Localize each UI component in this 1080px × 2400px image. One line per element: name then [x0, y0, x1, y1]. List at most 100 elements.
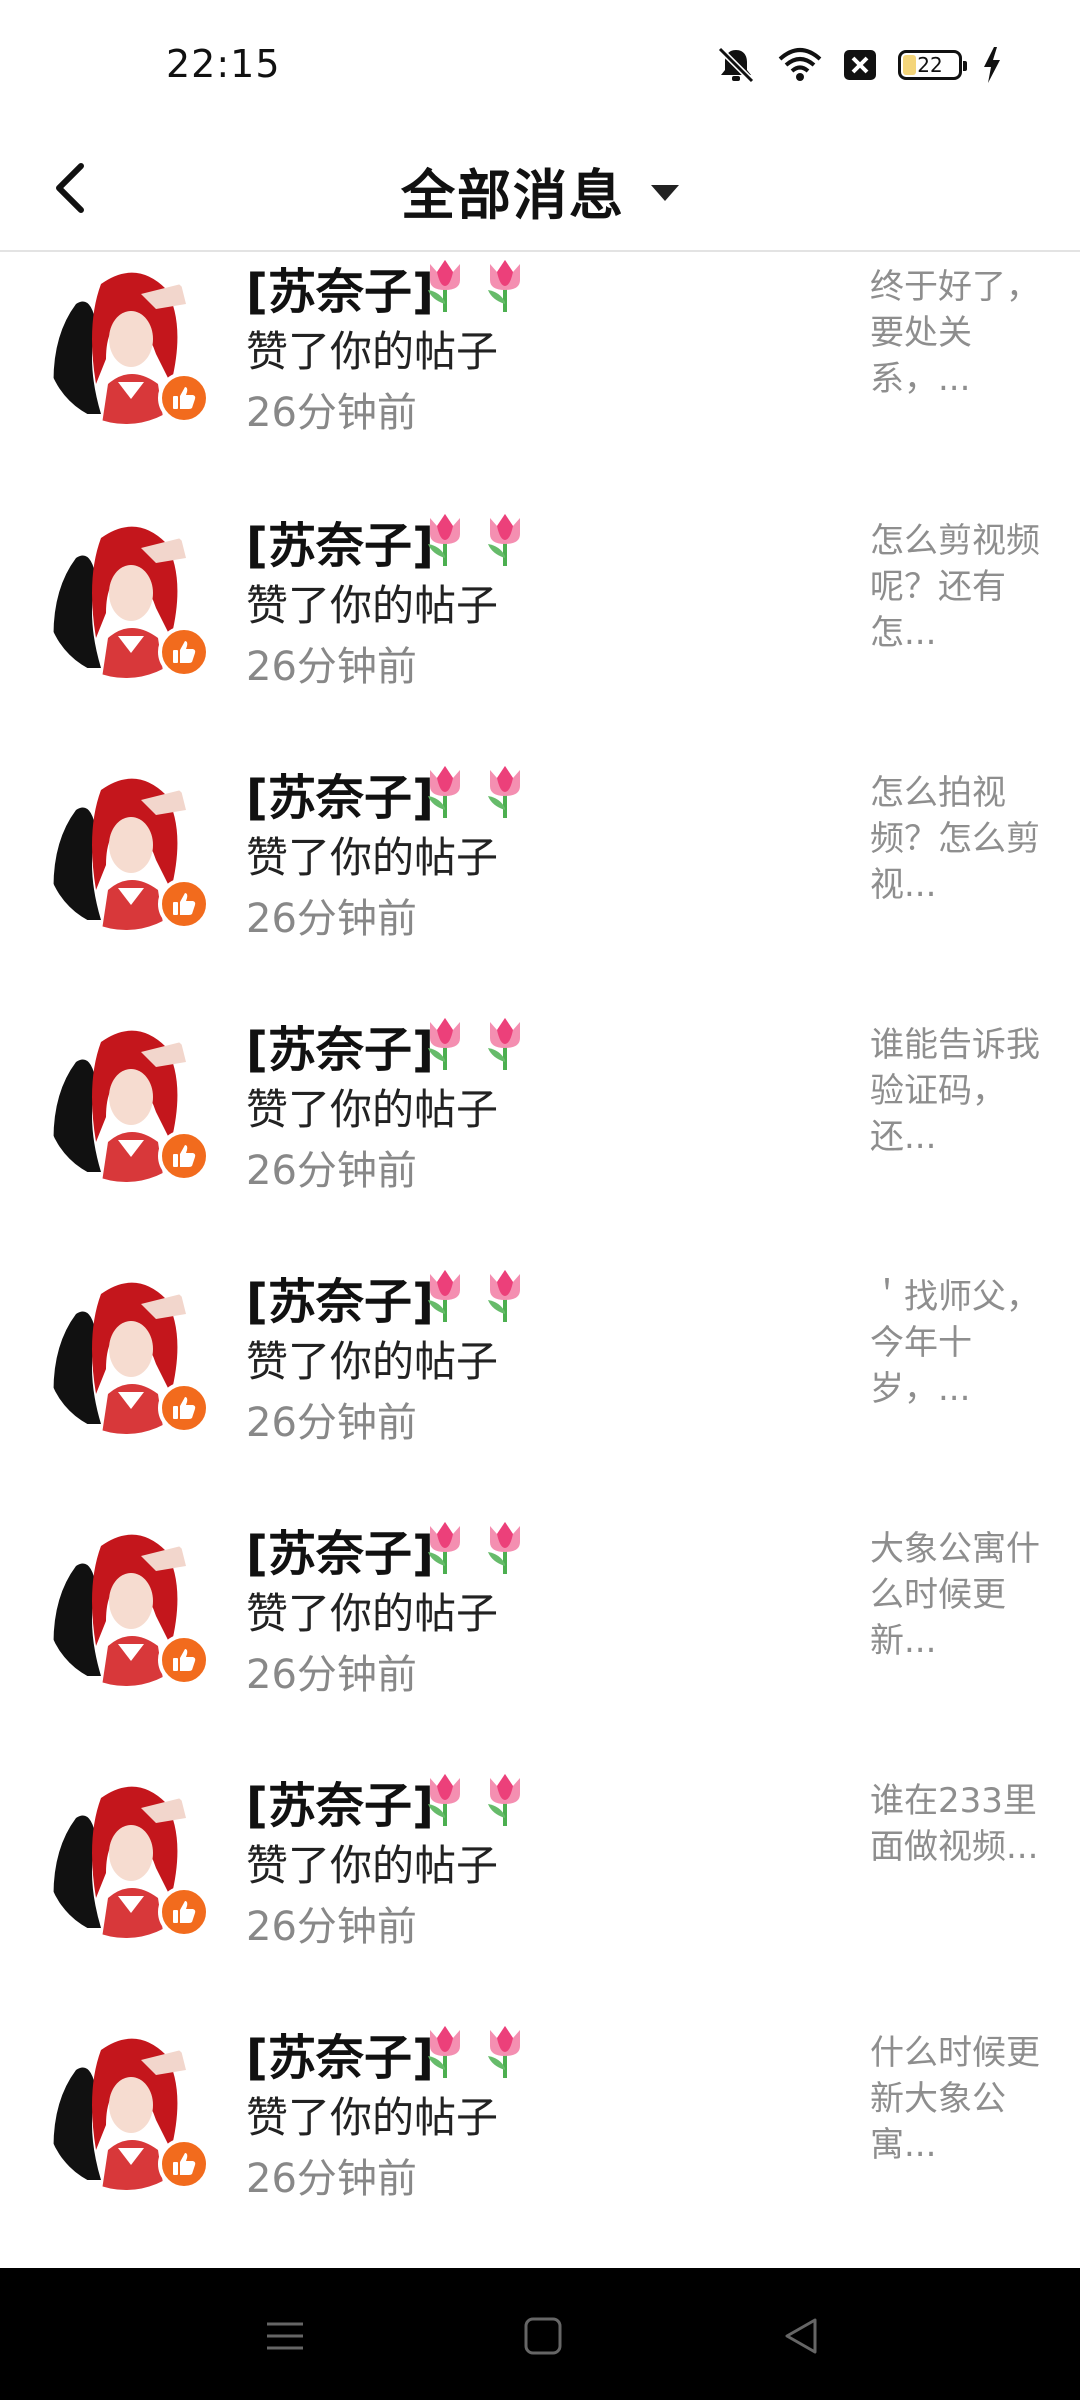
tulip-icon	[428, 1270, 460, 1322]
message-filter-dropdown[interactable]: 全部消息	[0, 130, 1080, 250]
notification-item[interactable]: [苏奈子] 赞了你的帖子 26分钟前 谁能告诉我验证码，还...	[0, 1010, 1080, 1262]
tulip-icon	[488, 1018, 520, 1070]
tulip-icon	[428, 1018, 460, 1070]
tulip-icon	[488, 1270, 520, 1322]
tulip-icon	[428, 514, 460, 566]
time-text: 26分钟前	[246, 2156, 417, 2202]
like-badge	[158, 1382, 210, 1434]
tulip-emojis	[422, 1266, 528, 1324]
user-name[interactable]: [苏奈子]	[246, 1766, 434, 1836]
status-icons: 22	[714, 44, 1002, 86]
post-preview[interactable]: 大象公寓什么时候更新...	[870, 1526, 1040, 1664]
thumbs-up-icon	[173, 893, 196, 915]
tulip-emojis	[422, 510, 528, 568]
back-nav-button[interactable]	[766, 2308, 836, 2364]
bell-muted-icon	[717, 46, 755, 84]
time-text: 26分钟前	[246, 1652, 417, 1698]
status-bar: 22:15 22	[0, 0, 1080, 130]
thumbs-up-icon	[173, 641, 196, 663]
home-button[interactable]	[508, 2308, 578, 2364]
tulip-emojis	[422, 762, 528, 820]
user-name[interactable]: [苏奈子]	[246, 506, 434, 576]
action-text: 赞了你的帖子	[246, 1589, 499, 1638]
user-name[interactable]: [苏奈子]	[246, 2018, 434, 2088]
post-preview[interactable]: 谁在233里面做视频...	[870, 1778, 1040, 1870]
action-text: 赞了你的帖子	[246, 1085, 499, 1134]
thumbs-up-icon	[173, 387, 196, 409]
tulip-icon	[488, 1774, 520, 1826]
post-preview[interactable]: ＇找师父，今年十岁，...	[870, 1274, 1040, 1412]
time-text: 26分钟前	[246, 1400, 417, 1446]
time-text: 26分钟前	[246, 390, 417, 436]
battery-level: 22	[917, 53, 943, 77]
thumbs-up-icon	[173, 1397, 196, 1419]
charging-icon	[984, 47, 1000, 83]
user-name[interactable]: [苏奈子]	[246, 1262, 434, 1332]
page-title: 全部消息	[401, 163, 625, 227]
tulip-icon	[488, 2026, 520, 2078]
recent-apps-button[interactable]	[250, 2308, 320, 2364]
thumbs-up-icon	[173, 1145, 196, 1167]
tulip-emojis	[422, 256, 528, 314]
notification-item[interactable]: [苏奈子] 赞了你的帖子 26分钟前 怎么拍视频？怎么剪视...	[0, 758, 1080, 1010]
time-text: 26分钟前	[246, 1148, 417, 1194]
thumbs-up-icon	[173, 1649, 196, 1671]
post-preview[interactable]: 终于好了，要处关系，...	[870, 264, 1040, 402]
user-name[interactable]: [苏奈子]	[246, 252, 434, 322]
action-text: 赞了你的帖子	[246, 1337, 499, 1386]
like-badge	[158, 1130, 210, 1182]
user-name[interactable]: [苏奈子]	[246, 758, 434, 828]
like-badge	[158, 2138, 210, 2190]
user-name[interactable]: [苏奈子]	[246, 1514, 434, 1584]
notification-item[interactable]: [苏奈子] 赞了你的帖子 26分钟前 终于好了，要处关系，...	[0, 252, 1080, 504]
action-text: 赞了你的帖子	[246, 833, 499, 882]
notification-item[interactable]: [苏奈子] 赞了你的帖子 26分钟前 谁在233里面做视频...	[0, 1766, 1080, 2018]
caret-down-icon	[651, 185, 679, 201]
thumbs-up-icon	[173, 1901, 196, 1923]
system-nav-bar	[0, 2268, 1080, 2400]
tulip-icon	[428, 1774, 460, 1826]
notification-item[interactable]: [苏奈子] 赞了你的帖子 26分钟前 怎么剪视频呢？还有怎...	[0, 506, 1080, 758]
tulip-icon	[428, 1522, 460, 1574]
tulip-icon	[428, 2026, 460, 2078]
post-preview[interactable]: 谁能告诉我验证码，还...	[870, 1022, 1040, 1160]
status-time: 22:15	[166, 42, 281, 86]
post-preview[interactable]: 什么时候更新大象公寓...	[870, 2030, 1040, 2168]
tulip-emojis	[422, 1014, 528, 1072]
notification-item[interactable]: [苏奈子] 赞了你的帖子 26分钟前 大象公寓什么时候更新...	[0, 1514, 1080, 1766]
time-text: 26分钟前	[246, 1904, 417, 1950]
wifi-icon	[778, 48, 822, 81]
tulip-icon	[488, 260, 520, 312]
action-text: 赞了你的帖子	[246, 327, 499, 376]
tulip-icon	[488, 1522, 520, 1574]
sim-blocked-icon	[844, 50, 876, 80]
like-badge	[158, 626, 210, 678]
like-badge	[158, 372, 210, 424]
tulip-emojis	[422, 2022, 528, 2080]
notification-item[interactable]: [苏奈子] 赞了你的帖子 26分钟前 ＇找师父，今年十岁，...	[0, 1262, 1080, 1514]
post-preview[interactable]: 怎么剪视频呢？还有怎...	[870, 518, 1040, 656]
notification-item[interactable]: [苏奈子] 赞了你的帖子 26分钟前 什么时候更新大象公寓...	[0, 2018, 1080, 2270]
like-badge	[158, 878, 210, 930]
triangle-back-icon	[785, 2318, 817, 2354]
notification-list: [苏奈子] 赞了你的帖子 26分钟前 终于好了，要处关系，... [苏奈子] 赞…	[0, 254, 1080, 2270]
time-text: 26分钟前	[246, 644, 417, 690]
tulip-icon	[488, 514, 520, 566]
menu-icon	[267, 2322, 303, 2350]
tulip-icon	[488, 766, 520, 818]
action-text: 赞了你的帖子	[246, 581, 499, 630]
tulip-icon	[428, 260, 460, 312]
user-name[interactable]: [苏奈子]	[246, 1010, 434, 1080]
thumbs-up-icon	[173, 2153, 196, 2175]
header: 全部消息	[0, 130, 1080, 252]
tulip-icon	[428, 766, 460, 818]
time-text: 26分钟前	[246, 896, 417, 942]
battery-icon: 22	[898, 50, 967, 80]
action-text: 赞了你的帖子	[246, 1841, 499, 1890]
action-text: 赞了你的帖子	[246, 2093, 499, 2142]
like-badge	[158, 1634, 210, 1686]
tulip-emojis	[422, 1770, 528, 1828]
square-icon	[524, 2317, 562, 2355]
post-preview[interactable]: 怎么拍视频？怎么剪视...	[870, 770, 1040, 908]
tulip-emojis	[422, 1518, 528, 1576]
